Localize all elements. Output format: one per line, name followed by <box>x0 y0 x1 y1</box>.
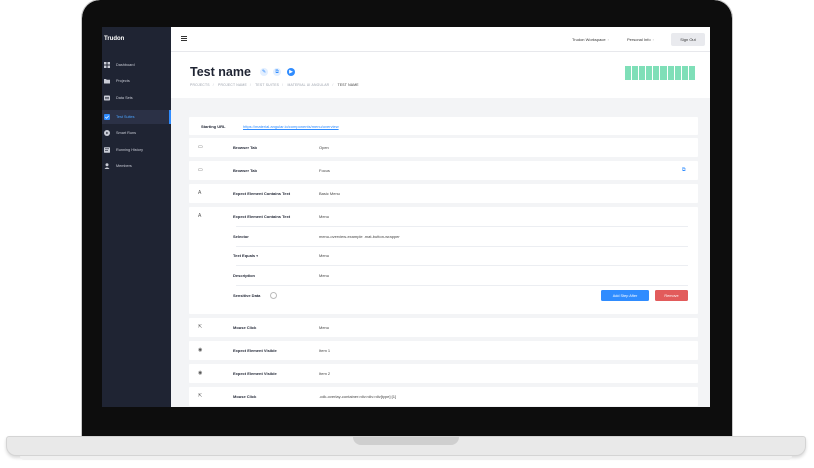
checklist-icon <box>104 114 110 120</box>
step-action: Browser Tab <box>233 145 257 150</box>
step-value: Item 2 <box>319 371 331 376</box>
sensitive-data-toggle[interactable] <box>270 292 277 299</box>
step-value: Basic Menu <box>319 191 340 196</box>
brand-logo[interactable]: Trudon <box>104 36 124 42</box>
text-icon: A <box>198 190 202 196</box>
sidebar-item-label: Dashboard <box>116 63 135 67</box>
grid-icon <box>104 62 110 68</box>
step-value: Menu <box>319 214 330 219</box>
sidebar-item-label: Data Sets <box>116 96 133 100</box>
chevron-down-icon: ▾ <box>256 254 259 258</box>
sidebar-item-label: Members <box>116 164 132 168</box>
text-equals-label: Text Equals <box>233 253 256 258</box>
starting-url-link[interactable]: https://material.angular.io/components/m… <box>243 124 339 129</box>
breadcrumb-current: TEST NAME <box>337 83 359 87</box>
cursor-icon: ⇱ <box>198 324 203 330</box>
sidebar-item-smart-runs[interactable]: Smart Runs <box>102 126 171 140</box>
description-value[interactable]: Menu <box>319 273 329 278</box>
step-value: .cdk-overlay-container>div>div>div[type]… <box>319 394 397 399</box>
personal-info-dropdown[interactable]: Personal Info › <box>627 37 654 42</box>
sidebar-item-label: Smart Runs <box>116 131 137 135</box>
sidebar-item-running-history[interactable]: Running History <box>102 143 171 157</box>
breadcrumb-item[interactable]: PROJECTS <box>190 83 210 87</box>
step-action: Expect Element Contains Text <box>233 214 291 219</box>
personal-info-label: Personal Info <box>627 37 651 42</box>
history-icon <box>104 147 110 153</box>
description-label: Description <box>233 273 256 278</box>
step-value: Open <box>319 145 329 150</box>
database-icon <box>104 95 110 101</box>
user-icon <box>104 163 110 169</box>
step-row[interactable]: ◉ Expect Element Visible Item 1 <box>189 341 698 360</box>
chevron-right-icon: › <box>607 38 609 42</box>
play-circle-icon <box>104 130 110 136</box>
sensitive-data-label: Sensitive Data <box>233 293 261 298</box>
workspace-dropdown[interactable]: Trudon Workspace › <box>572 37 609 42</box>
step-action: Expect Element Visible <box>233 371 277 376</box>
workspace-label: Trudon Workspace <box>572 37 606 42</box>
step-row-expanded: A Expect Element Contains Text Menu Sele… <box>189 207 698 314</box>
step-row[interactable]: A Expect Element Contains Text Basic Men… <box>189 184 698 203</box>
sidebar-item-test-suites[interactable]: Test Suites <box>102 110 171 124</box>
breadcrumb-item[interactable]: MATERIAL UI ANGULAR <box>287 83 329 87</box>
breadcrumb: PROJECTS / PROJECT NAME / TEST SUITES / MAT… <box>190 83 359 87</box>
page-title: Test name <box>190 65 251 79</box>
run-status-bar <box>625 66 695 80</box>
window-icon: ▭ <box>198 144 203 150</box>
step-action: Mouse Click <box>233 325 257 330</box>
step-action: Expect Element Visible <box>233 348 277 353</box>
chevron-right-icon: › <box>652 38 654 42</box>
text-icon: A <box>198 213 202 219</box>
step-action: Expect Element Contains Text <box>233 191 291 196</box>
sidebar-item-label: Projects <box>116 79 130 83</box>
selector-label: Selector <box>233 234 249 239</box>
step-value: Menu <box>319 325 330 330</box>
breadcrumb-item[interactable]: PROJECT NAME <box>218 83 247 87</box>
sidebar-item-dashboard[interactable]: Dashboard <box>102 58 171 72</box>
app-screen: Trudon Dashboard Projects Data Sets Test… <box>102 27 710 407</box>
copy-icon[interactable]: ⧉ <box>682 167 686 173</box>
sign-out-button[interactable]: Sign Out <box>671 33 705 46</box>
sidebar-item-data-sets[interactable]: Data Sets <box>102 91 171 105</box>
step-value: Item 1 <box>319 348 331 353</box>
text-equals-dropdown[interactable]: Text Equals ▾ <box>233 253 258 258</box>
copy-icon[interactable]: ⧉ <box>273 68 281 76</box>
selector-value[interactable]: menu-overview-example .mat-button-wrappe… <box>319 234 400 239</box>
page-header: Test name ✎ ⧉ ▶ PROJECTS / PROJECT NAME / … <box>171 52 710 98</box>
eye-icon: ◉ <box>198 370 203 376</box>
step-row[interactable]: ◉ Expect Element Visible Item 2 <box>189 364 698 383</box>
step-action: Mouse Click <box>233 394 257 399</box>
step-action: Browser Tab <box>233 168 257 173</box>
add-step-after-button[interactable]: Add Step After <box>601 290 649 301</box>
folder-icon <box>104 78 110 84</box>
eye-icon: ◉ <box>198 347 203 353</box>
sidebar-item-projects[interactable]: Projects <box>102 74 171 88</box>
sidebar: Trudon Dashboard Projects Data Sets Test… <box>102 27 171 407</box>
step-row[interactable]: ▭ Browser Tab Open <box>189 138 698 157</box>
menu-icon[interactable] <box>181 36 187 41</box>
cursor-icon: ⇱ <box>198 393 203 399</box>
step-row[interactable]: ⇱ Mouse Click Menu <box>189 318 698 337</box>
starting-url-card: Starting URL https://material.angular.io… <box>189 117 698 135</box>
window-icon: ▭ <box>198 167 203 173</box>
sidebar-item-members[interactable]: Members <box>102 159 171 173</box>
step-row[interactable]: ⇱ Mouse Click .cdk-overlay-container>div… <box>189 387 698 406</box>
starting-url-label: Starting URL <box>201 124 226 129</box>
breadcrumb-item[interactable]: TEST SUITES <box>255 83 279 87</box>
step-row[interactable]: ▭ Browser Tab Focus ⧉ <box>189 161 698 180</box>
sidebar-item-label: Test Suites <box>116 115 135 119</box>
play-icon[interactable]: ▶ <box>287 68 295 76</box>
remove-button[interactable]: Remove <box>655 290 688 301</box>
edit-icon[interactable]: ✎ <box>260 68 268 76</box>
laptop-foot <box>20 456 792 460</box>
sidebar-item-label: Running History <box>116 148 144 152</box>
step-value: Focus <box>319 168 330 173</box>
text-equals-value[interactable]: Menu <box>319 253 329 258</box>
laptop-notch <box>353 437 459 445</box>
top-bar: Trudon Workspace › Personal Info › Sign Ou… <box>171 27 710 52</box>
